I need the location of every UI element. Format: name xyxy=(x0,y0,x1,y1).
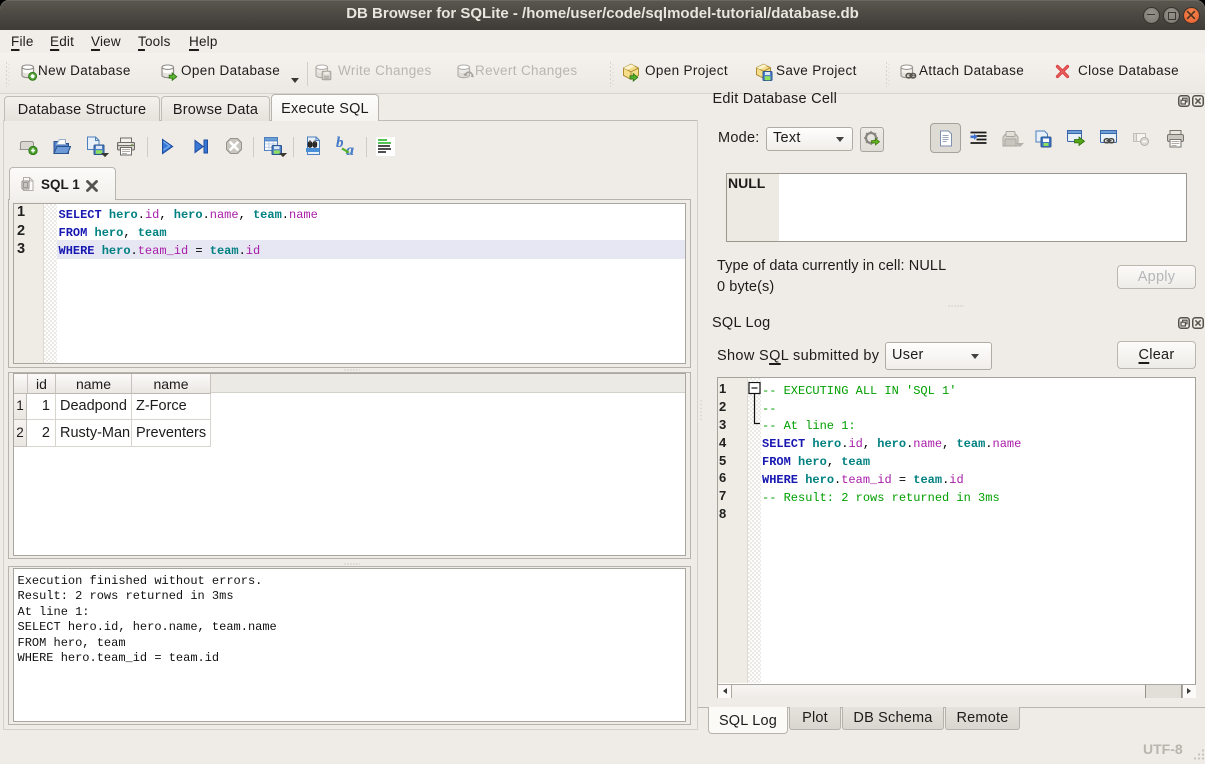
svg-text:a: a xyxy=(346,142,354,156)
